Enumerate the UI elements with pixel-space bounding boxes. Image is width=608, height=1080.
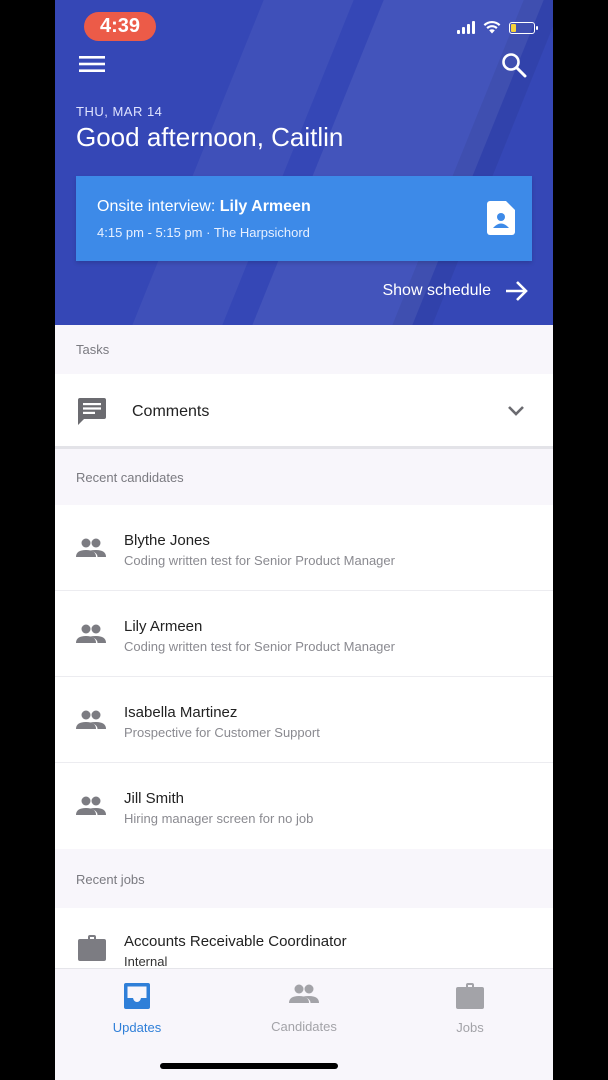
app-screen: 4:39 THU, MAR 14 Good afternoon, Caitlin… xyxy=(55,0,553,1080)
recent-jobs-section-label: Recent jobs xyxy=(76,872,145,887)
people-icon xyxy=(76,710,106,729)
cellular-signal-icon xyxy=(457,20,475,34)
search-icon xyxy=(502,53,527,78)
people-icon xyxy=(76,796,106,815)
event-title: Onsite interview: Lily Armeen xyxy=(97,198,311,216)
event-candidate-name: Lily Armeen xyxy=(219,198,311,215)
people-icon xyxy=(76,538,106,557)
event-time-location: 4:15 pm - 5:15 pm · The Harpsichord xyxy=(97,225,310,240)
briefcase-icon xyxy=(456,983,484,1009)
show-schedule-label: Show schedule xyxy=(382,282,491,299)
people-icon xyxy=(76,624,106,643)
home-indicator[interactable] xyxy=(160,1063,338,1069)
nav-tab-updates[interactable]: Updates xyxy=(77,983,197,1035)
candidate-document-icon xyxy=(487,201,515,235)
greeting: Good afternoon, Caitlin xyxy=(76,122,344,152)
chevron-down-icon[interactable] xyxy=(507,405,525,417)
candidate-detail: Coding written test for Senior Product M… xyxy=(124,553,395,568)
briefcase-icon xyxy=(78,935,106,961)
job-detail: Internal xyxy=(124,954,168,969)
status-time: 4:39 xyxy=(84,12,156,41)
event-title-prefix: Onsite interview: xyxy=(97,198,220,215)
inbox-icon xyxy=(124,983,150,1009)
comments-label: Comments xyxy=(132,403,210,420)
candidate-list-item[interactable]: Blythe Jones Coding written test for Sen… xyxy=(55,505,553,591)
header: 4:39 THU, MAR 14 Good afternoon, Caitlin… xyxy=(55,0,553,325)
hamburger-menu-icon xyxy=(79,56,105,72)
candidate-detail: Hiring manager screen for no job xyxy=(124,811,314,826)
candidate-name: Isabella Martinez xyxy=(124,704,238,721)
nav-tab-candidates[interactable]: Candidates xyxy=(244,983,364,1034)
wifi-icon xyxy=(483,20,501,34)
menu-button[interactable] xyxy=(79,54,105,79)
current-date: THU, MAR 14 xyxy=(76,104,163,119)
nav-tab-jobs[interactable]: Jobs xyxy=(410,983,530,1035)
people-icon xyxy=(289,984,319,1003)
show-schedule-link[interactable]: Show schedule xyxy=(382,280,529,302)
candidate-list-item[interactable]: Jill Smith Hiring manager screen for no … xyxy=(55,763,553,849)
candidate-detail: Prospective for Customer Support xyxy=(124,725,320,740)
nav-label-candidates: Candidates xyxy=(271,1019,337,1034)
comment-icon xyxy=(78,398,106,425)
upcoming-event-card[interactable]: Onsite interview: Lily Armeen 4:15 pm - … xyxy=(76,176,532,261)
candidate-list-item[interactable]: Lily Armeen Coding written test for Seni… xyxy=(55,591,553,677)
candidate-detail: Coding written test for Senior Product M… xyxy=(124,639,395,654)
job-title: Accounts Receivable Coordinator xyxy=(124,933,347,950)
candidate-list-item[interactable]: Isabella Martinez Prospective for Custom… xyxy=(55,677,553,763)
tasks-section-label: Tasks xyxy=(76,342,110,357)
candidate-name: Lily Armeen xyxy=(124,618,203,635)
comments-row[interactable]: Comments xyxy=(55,374,553,449)
nav-label-updates: Updates xyxy=(112,1020,162,1035)
battery-icon xyxy=(509,22,538,34)
recent-candidates-section-label: Recent candidates xyxy=(76,470,184,485)
candidate-name: Jill Smith xyxy=(124,790,185,807)
nav-label-jobs: Jobs xyxy=(456,1020,484,1035)
search-button[interactable] xyxy=(501,52,527,83)
status-icons xyxy=(457,20,538,34)
recent-candidates-list: Blythe Jones Coding written test for Sen… xyxy=(55,505,553,849)
candidate-name: Blythe Jones xyxy=(124,532,210,549)
job-list-item[interactable]: Accounts Receivable Coordinator Internal xyxy=(55,908,553,970)
arrow-right-icon xyxy=(506,281,528,301)
